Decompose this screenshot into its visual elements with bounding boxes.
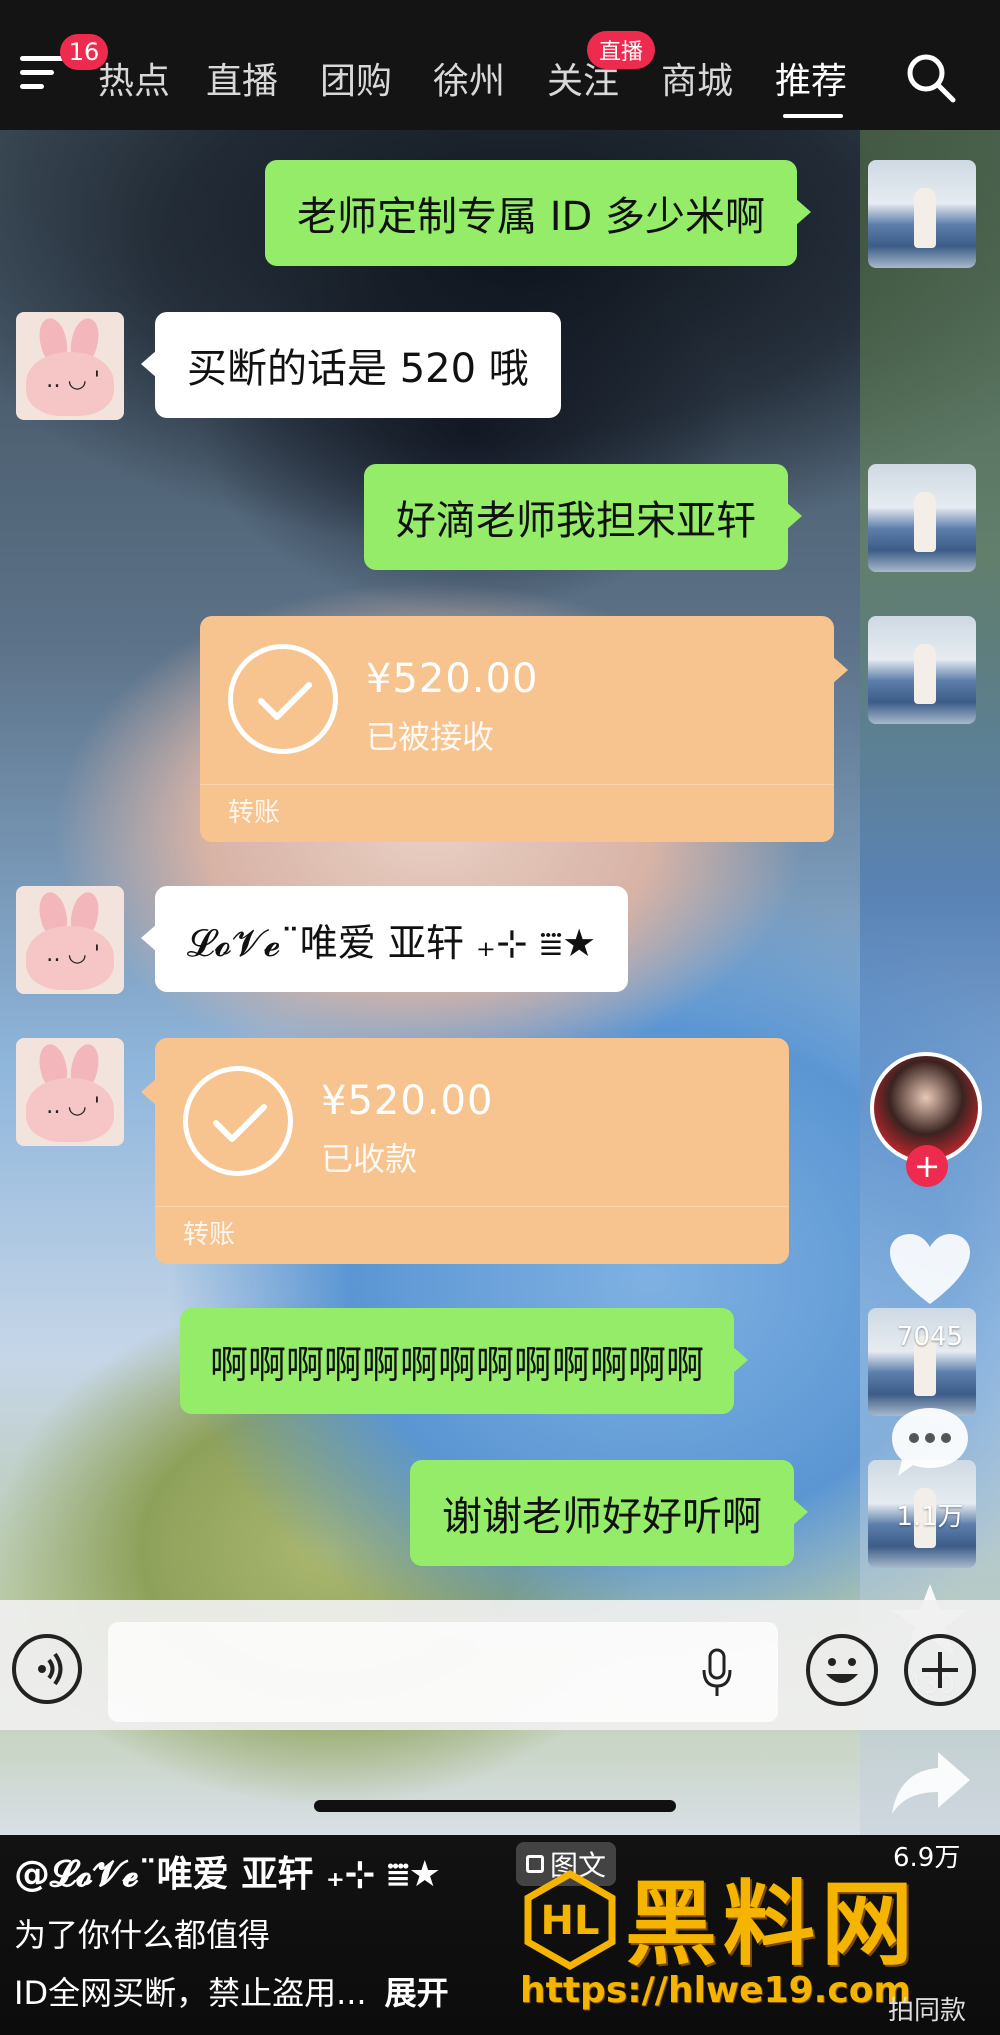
microphone-icon[interactable]	[700, 1648, 734, 1698]
heart-icon[interactable]	[888, 1232, 972, 1308]
svg-text:HL: HL	[541, 1898, 600, 1944]
avatar-self	[868, 616, 976, 724]
tab-recommend[interactable]: 推荐	[775, 52, 847, 104]
tab-mall[interactable]: 商城	[661, 52, 733, 104]
message-bubble-sent: 老师定制专属 ID 多少米啊	[265, 160, 812, 266]
menu-icon[interactable]	[20, 56, 64, 90]
follow-plus-icon[interactable]: +	[906, 1145, 948, 1187]
plus-icon[interactable]	[904, 1634, 976, 1706]
share-icon[interactable]	[888, 1748, 972, 1818]
avatar-self	[868, 160, 976, 268]
check-icon	[183, 1066, 293, 1176]
transfer-label: 转账	[183, 1220, 236, 1250]
transfer-amount: ¥520.00	[366, 656, 539, 702]
shoot-similar-link[interactable]: 拍同款	[888, 1990, 966, 2027]
divider	[155, 1206, 789, 1207]
message-bubble-received: 买断的话是 520 哦	[141, 312, 561, 418]
post-description-text: ID全网买断，禁止盗用...	[14, 1974, 367, 2012]
tab-hot[interactable]: 热点	[98, 52, 170, 104]
avatar-other	[16, 1038, 124, 1146]
home-indicator	[314, 1800, 676, 1812]
message-bubble-sent: 啊啊啊啊啊啊啊啊啊啊啊啊啊	[180, 1308, 749, 1414]
post-description: ID全网买断，禁止盗用... 展开	[14, 1968, 449, 2014]
message-input[interactable]	[108, 1622, 778, 1722]
transfer-card-sent[interactable]: ¥520.00 已被接收 转账	[200, 616, 848, 842]
transfer-status: 已被接收	[366, 718, 495, 756]
transfer-label: 转账	[228, 798, 281, 828]
watermark-logo-icon: HL	[524, 1870, 616, 1970]
expand-link[interactable]: 展开	[385, 1974, 449, 2012]
tab-groupbuy[interactable]: 团购	[320, 52, 392, 104]
like-count: 7045	[896, 1322, 964, 1352]
transfer-card-received[interactable]: ¥520.00 已收款 转账	[141, 1038, 789, 1264]
message-bubble-sent: 好滴老师我担宋亚轩	[364, 464, 802, 570]
transfer-status: 已收款	[321, 1140, 418, 1178]
tab-xuzhou[interactable]: 徐州	[433, 52, 505, 104]
check-icon	[228, 644, 338, 754]
comment-count: 1.1万	[896, 1502, 964, 1532]
avatar-self	[868, 464, 976, 572]
live-badge: 直播	[587, 31, 656, 69]
watermark-url: https://hlwe19.com	[520, 1970, 911, 2011]
message-bubble-received: 𝓛𝓸𝓥𝓮¨唯爱 亚轩 ₊⊹ ⩸★	[140, 886, 629, 992]
search-icon[interactable]	[905, 52, 957, 104]
author-handle[interactable]: @𝓛𝓸𝓥𝓮¨唯爱 亚轩 ₊⊹ ⩸★	[14, 1845, 441, 1897]
avatar-other	[16, 312, 124, 420]
comment-icon[interactable]	[888, 1404, 972, 1480]
avatar-other	[16, 886, 124, 994]
transfer-amount: ¥520.00	[321, 1078, 494, 1124]
emoji-icon[interactable]	[806, 1634, 878, 1706]
voice-toggle-icon[interactable]	[12, 1634, 82, 1704]
watermark-brand: 黑料网	[625, 1871, 920, 1978]
divider	[200, 784, 834, 785]
message-bubble-sent: 谢谢老师好好听啊	[410, 1460, 808, 1566]
active-tab-indicator	[783, 114, 843, 118]
tab-live[interactable]: 直播	[206, 52, 278, 104]
post-caption: 为了你什么都值得	[14, 1916, 271, 1954]
